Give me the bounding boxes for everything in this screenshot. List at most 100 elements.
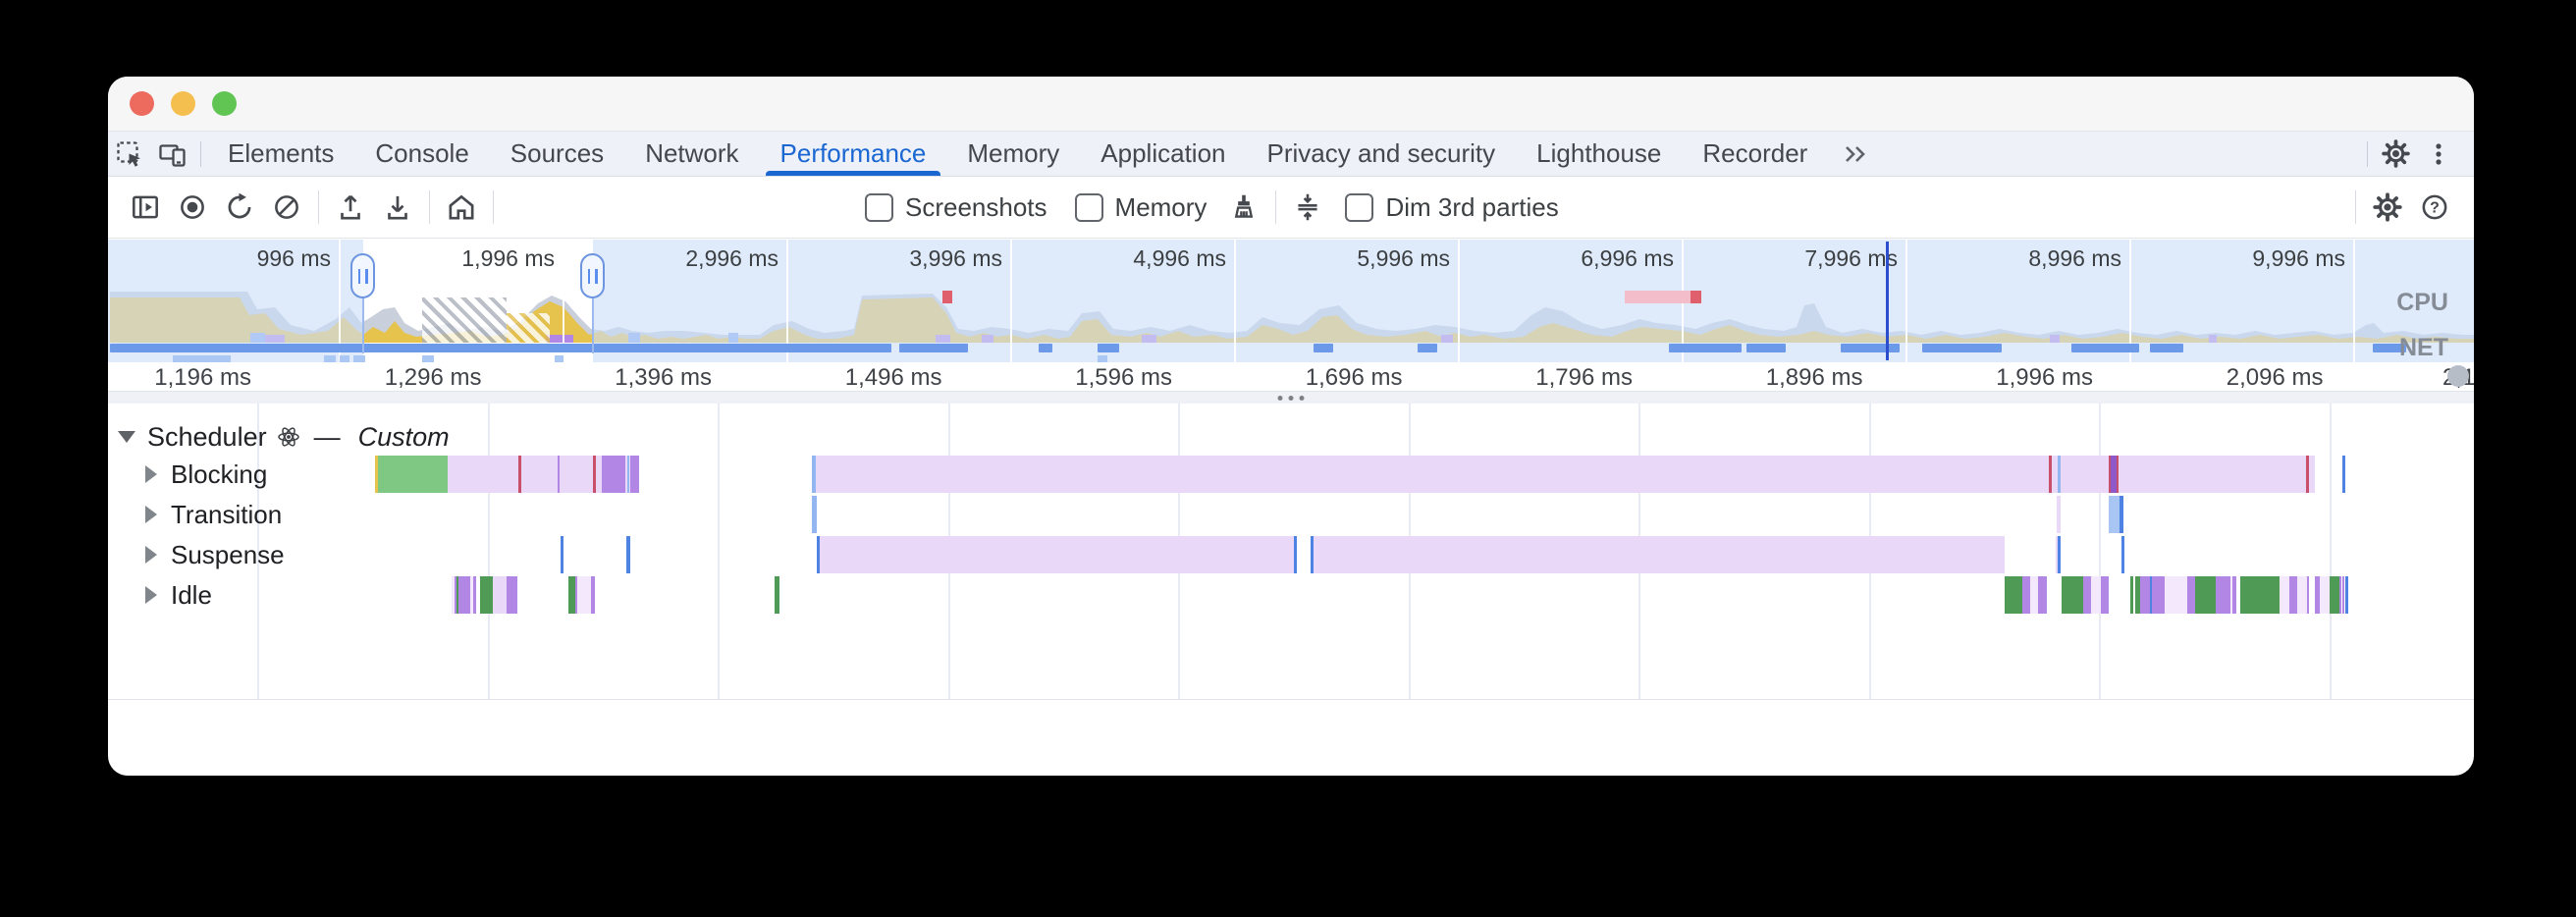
flame-bar-segment[interactable] bbox=[626, 536, 630, 573]
expand-triangle-icon[interactable] bbox=[145, 546, 157, 564]
panel-resize-strip[interactable] bbox=[108, 391, 2474, 405]
flame-bar-segment[interactable] bbox=[2320, 576, 2330, 614]
kebab-menu-icon[interactable] bbox=[2417, 132, 2460, 176]
checkbox-box[interactable] bbox=[1345, 193, 1373, 222]
flame-bar-segment[interactable] bbox=[2005, 576, 2022, 614]
flame-bar-segment[interactable] bbox=[591, 576, 595, 614]
dim-3rd-parties-checkbox[interactable]: Dim 3rd parties bbox=[1345, 192, 1558, 223]
tab-lighthouse[interactable]: Lighthouse bbox=[1516, 132, 1682, 176]
playhead-line[interactable] bbox=[1886, 242, 1889, 360]
flame-bar-segment[interactable] bbox=[775, 576, 779, 614]
tab-privacy-and-security[interactable]: Privacy and security bbox=[1247, 132, 1517, 176]
more-tabs-icon[interactable] bbox=[1834, 132, 1877, 176]
track-row-blocking[interactable]: Blocking bbox=[145, 459, 267, 489]
timeline-overview[interactable]: 996 ms1,996 ms2,996 ms3,996 ms4,996 ms5,… bbox=[108, 240, 2474, 363]
flame-bar-segment[interactable] bbox=[577, 576, 591, 614]
clear-icon[interactable] bbox=[263, 184, 310, 231]
upload-icon[interactable] bbox=[327, 184, 374, 231]
checkbox-box[interactable] bbox=[1075, 193, 1103, 222]
help-icon[interactable]: ? bbox=[2411, 184, 2458, 231]
flame-bar-segment[interactable] bbox=[2232, 576, 2236, 614]
minimize-button[interactable] bbox=[171, 91, 195, 116]
checkbox-box[interactable] bbox=[865, 193, 893, 222]
expand-triangle-icon[interactable] bbox=[145, 465, 157, 483]
flame-bar-segment[interactable] bbox=[2339, 576, 2341, 614]
flame-bar-segment[interactable] bbox=[2240, 576, 2280, 614]
flame-bar-segment[interactable] bbox=[602, 456, 625, 493]
expand-triangle-icon[interactable] bbox=[145, 506, 157, 523]
flame-bar-segment[interactable] bbox=[2280, 576, 2289, 614]
flame-bar-segment[interactable] bbox=[473, 576, 476, 614]
collapse-triangle-icon[interactable] bbox=[118, 431, 135, 443]
tab-sources[interactable]: Sources bbox=[490, 132, 624, 176]
scrollbar-thumb[interactable] bbox=[2447, 365, 2469, 387]
flame-bar-segment[interactable] bbox=[2058, 536, 2061, 573]
flame-bar-segment[interactable] bbox=[2117, 456, 2119, 493]
collapse-icon[interactable] bbox=[1284, 184, 1331, 231]
selection-handle-right[interactable] bbox=[580, 253, 605, 298]
flame-bar-segment[interactable] bbox=[2130, 576, 2133, 614]
flame-bar-segment[interactable] bbox=[518, 456, 521, 493]
flame-bar-segment[interactable] bbox=[593, 456, 596, 493]
flame-bar-segment[interactable] bbox=[458, 576, 470, 614]
flame-bar-segment[interactable] bbox=[2091, 576, 2101, 614]
memory-checkbox[interactable]: Memory bbox=[1075, 192, 1208, 223]
expand-triangle-icon[interactable] bbox=[145, 586, 157, 604]
toggle-panel-icon[interactable] bbox=[122, 184, 169, 231]
tab-memory[interactable]: Memory bbox=[946, 132, 1080, 176]
flame-bar-segment[interactable] bbox=[2058, 456, 2061, 493]
gc-brush-icon[interactable] bbox=[1220, 184, 1267, 231]
flame-bar-segment[interactable] bbox=[2216, 576, 2230, 614]
flame-bar-segment[interactable] bbox=[2101, 576, 2109, 614]
flame-bar-segment[interactable] bbox=[568, 576, 575, 614]
capture-settings-gear-icon[interactable] bbox=[2364, 184, 2411, 231]
close-button[interactable] bbox=[130, 91, 154, 116]
zoom-button[interactable] bbox=[212, 91, 237, 116]
flame-bar-segment[interactable] bbox=[2307, 576, 2309, 614]
flame-bar-segment[interactable] bbox=[507, 576, 517, 614]
flame-bar-segment[interactable] bbox=[812, 496, 817, 533]
flame-bar-segment[interactable] bbox=[558, 456, 560, 493]
flame-bar-segment[interactable] bbox=[1314, 536, 2005, 573]
flame-bar-segment[interactable] bbox=[2195, 576, 2216, 614]
tab-performance[interactable]: Performance bbox=[760, 132, 947, 176]
flame-bar-segment[interactable] bbox=[2345, 576, 2348, 614]
home-icon[interactable] bbox=[438, 184, 485, 231]
flame-bar-segment[interactable] bbox=[627, 456, 629, 493]
flame-bar-segment[interactable] bbox=[816, 456, 2315, 493]
flame-bar-segment[interactable] bbox=[2165, 576, 2187, 614]
flame-bar-segment[interactable] bbox=[2187, 576, 2195, 614]
inspect-icon[interactable] bbox=[108, 132, 151, 176]
flame-bar-segment[interactable] bbox=[2140, 576, 2150, 614]
flame-bar-segment[interactable] bbox=[493, 576, 507, 614]
flame-bar-segment[interactable] bbox=[2057, 496, 2061, 533]
flame-bar-segment[interactable] bbox=[2342, 456, 2345, 493]
screenshots-checkbox[interactable]: Screenshots bbox=[865, 192, 1047, 223]
flame-bar-segment[interactable] bbox=[480, 576, 493, 614]
device-toolbar-icon[interactable] bbox=[151, 132, 194, 176]
flame-bar-segment[interactable] bbox=[2022, 576, 2030, 614]
track-row-idle[interactable]: Idle bbox=[145, 580, 212, 610]
flame-bar-segment[interactable] bbox=[2330, 576, 2339, 614]
tab-console[interactable]: Console bbox=[354, 132, 489, 176]
flame-bar-segment[interactable] bbox=[2121, 536, 2124, 573]
track-header-scheduler[interactable]: Scheduler — Custom bbox=[118, 422, 450, 452]
flame-bar-segment[interactable] bbox=[2297, 576, 2307, 614]
flame-bar-segment[interactable] bbox=[2289, 576, 2297, 614]
selection-handle-left[interactable] bbox=[350, 253, 375, 298]
track-row-transition[interactable]: Transition bbox=[145, 500, 282, 529]
record-icon[interactable] bbox=[169, 184, 216, 231]
flame-bar-segment[interactable] bbox=[2083, 576, 2091, 614]
tab-network[interactable]: Network bbox=[624, 132, 759, 176]
flame-bar-segment[interactable] bbox=[378, 456, 448, 493]
flame-bar-segment[interactable] bbox=[561, 536, 564, 573]
flame-bar-segment[interactable] bbox=[2030, 576, 2038, 614]
flame-bar-segment[interactable] bbox=[2306, 456, 2309, 493]
reload-icon[interactable] bbox=[216, 184, 263, 231]
drag-handle-icon[interactable] bbox=[1278, 396, 1305, 401]
flame-bar-segment[interactable] bbox=[1294, 536, 1297, 573]
flame-bar-segment[interactable] bbox=[2152, 576, 2165, 614]
settings-gear-icon[interactable] bbox=[2374, 132, 2417, 176]
flame-bar-segment[interactable] bbox=[820, 536, 1294, 573]
flame-bar-segment[interactable] bbox=[2049, 456, 2052, 493]
